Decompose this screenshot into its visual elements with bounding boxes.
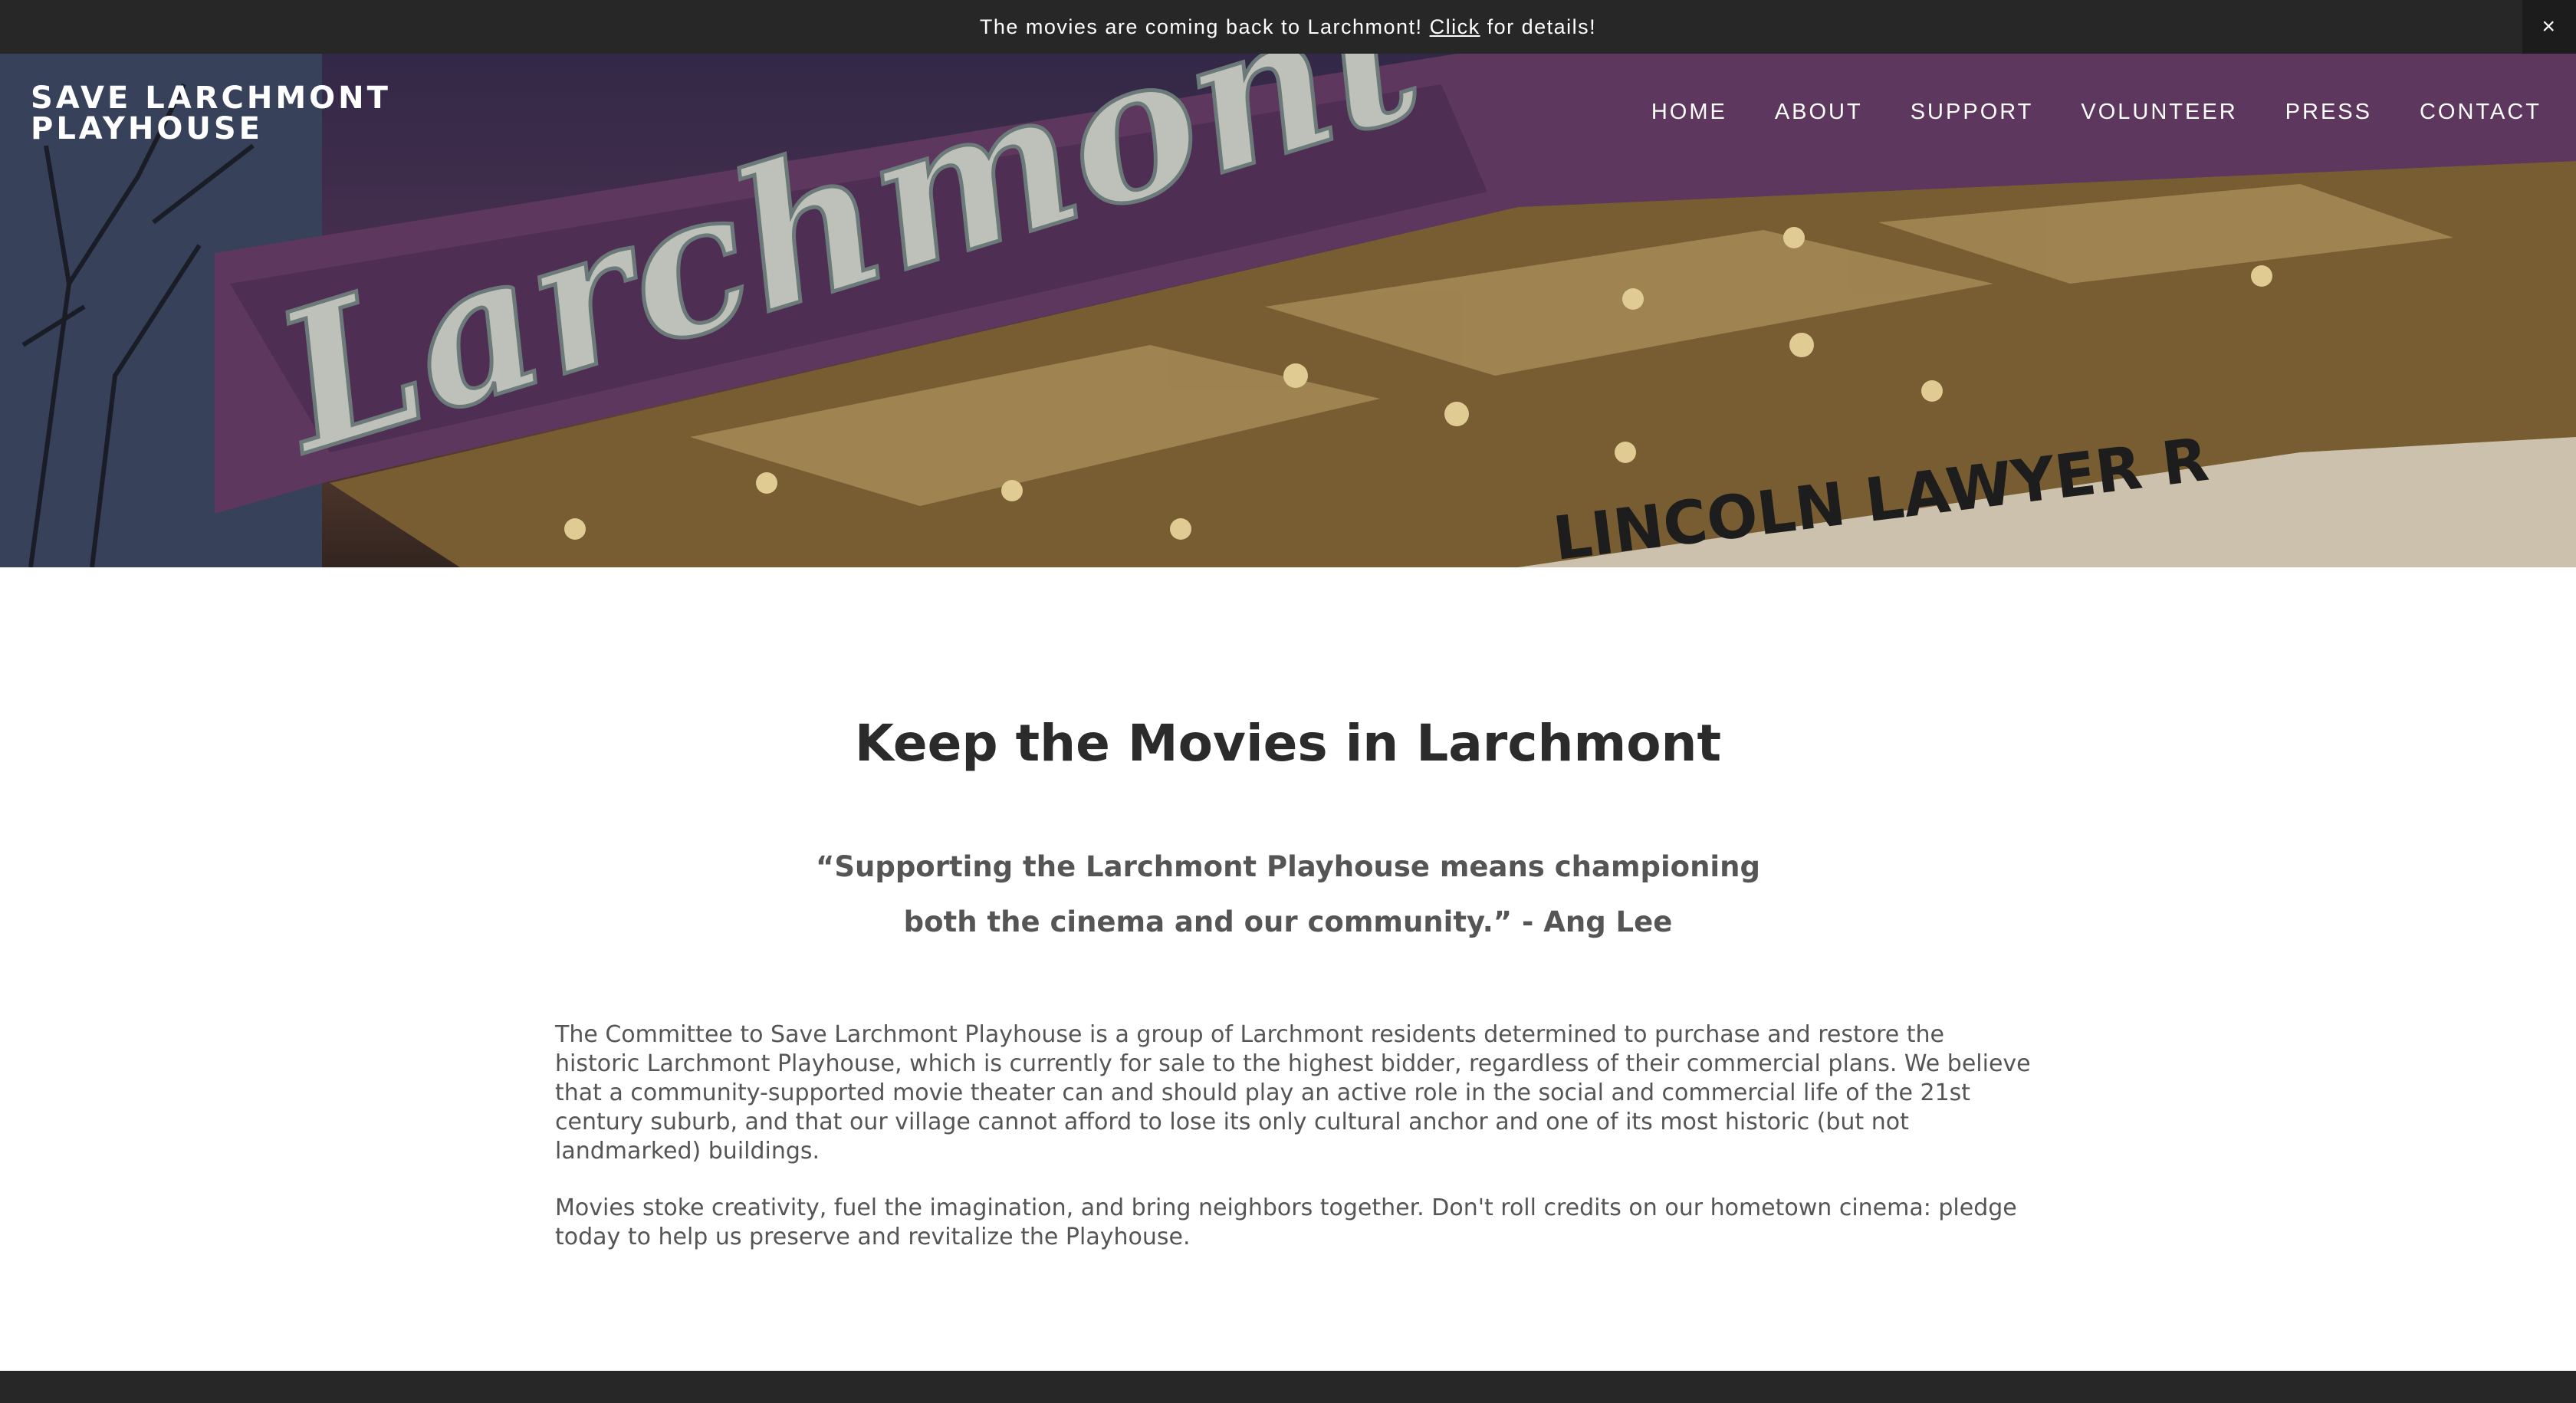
nav-contact[interactable]: CONTACT [2396,100,2565,125]
announcement-text-end: for details! [1487,15,1597,38]
announcement-text: The movies are coming back to Larchmont! [979,15,1423,38]
main-nav: HOME ABOUT SUPPORT VOLUNTEER PRESS CONTA… [1628,100,2565,125]
intro-text: The Committee to Save Larchmont Playhous… [555,1020,2035,1280]
nav-support[interactable]: SUPPORT [1887,100,2058,125]
nav-press[interactable]: PRESS [2262,100,2396,125]
site-title[interactable]: SAVE LARCHMONT PLAYHOUSE [31,83,429,144]
nav-about[interactable]: ABOUT [1751,100,1887,125]
footer-bar [0,1371,2576,1403]
announcement-link[interactable]: Click [1430,15,1480,39]
page-heading: Keep the Movies in Larchmont [854,714,1722,773]
nav-home[interactable]: HOME [1628,100,1751,125]
hero-banner: LINCOLN LAWYER R Larchmont SAVE LARCHMON… [0,54,2576,567]
announcement-bar: The movies are coming back to Larchmont!… [0,0,2576,54]
pledge-paragraph: Movies stoke creativity, fuel the imagin… [555,1194,2017,1250]
featured-quote: “Supporting the Larchmont Playhouse mean… [816,850,1760,938]
close-icon[interactable]: × [2522,0,2576,54]
nav-volunteer[interactable]: VOLUNTEER [2057,100,2261,125]
intro-paragraph: The Committee to Save Larchmont Playhous… [555,1021,2031,1165]
